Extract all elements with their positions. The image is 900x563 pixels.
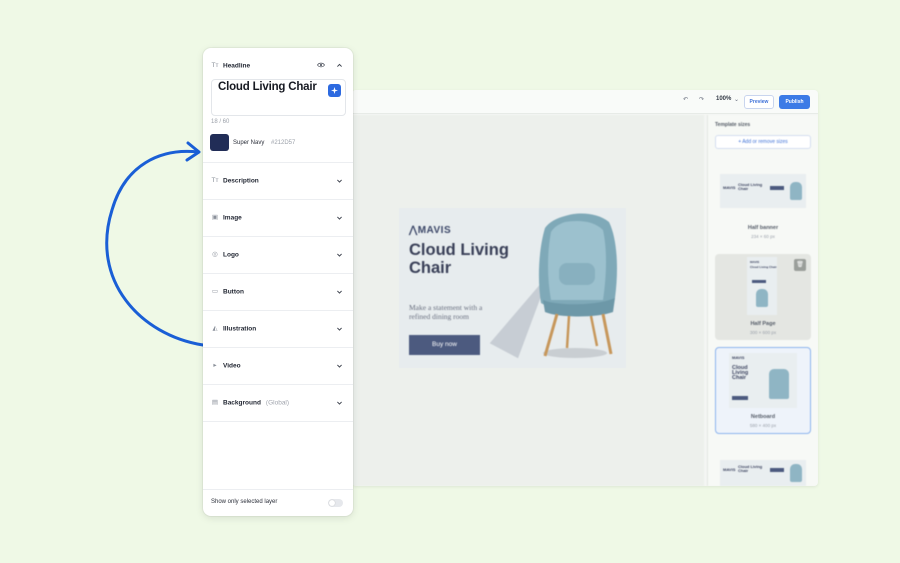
text-icon: Tт xyxy=(211,62,219,69)
chevron-down-icon xyxy=(337,253,342,257)
layers-panel: Tт Headline Cloud Living Chair 18 / 60 S… xyxy=(203,48,353,516)
chevron-up-icon[interactable] xyxy=(336,62,343,69)
section-label: Background (Global) xyxy=(223,399,290,407)
size-thumbnail: MAVIS Cloud Living Chair xyxy=(747,257,777,315)
canvas-area: ⋀MAVIS Cloud Living Chair Make a stateme… xyxy=(352,115,704,486)
size-thumbnail: MAVIS Cloud Living Chair xyxy=(729,353,797,408)
editor-toolbar: ↶ ↷ 100% ⌄ Preview Publish xyxy=(352,90,818,114)
size-card-half-banner[interactable]: MAVIS Cloud Living Chair Half banner 234 … xyxy=(715,159,811,247)
add-sizes-button[interactable]: + Add or remove sizes xyxy=(715,135,811,149)
preview-button[interactable]: Preview xyxy=(744,95,774,109)
template-sizes-panel: Template sizes + Add or remove sizes MAV… xyxy=(707,115,818,486)
size-dims: 234 × 60 px xyxy=(751,234,775,239)
button-icon: ▭ xyxy=(211,288,219,295)
ad-creative[interactable]: ⋀MAVIS Cloud Living Chair Make a stateme… xyxy=(399,208,626,368)
character-counter: 18 / 60 xyxy=(211,119,230,125)
section-video[interactable]: ▸ Video xyxy=(203,348,353,384)
ad-description: Make a statement with a refined dining r… xyxy=(409,303,483,321)
ad-buy-button: Buy now xyxy=(409,335,480,355)
size-name: Half banner xyxy=(747,225,779,231)
size-dims: 300 × 600 px xyxy=(749,330,777,335)
background-icon: ▤ xyxy=(211,399,219,406)
section-image[interactable]: ▣ Image xyxy=(203,200,353,236)
text-icon: Tт xyxy=(211,177,219,184)
show-selected-label: Show only selected layer xyxy=(211,499,278,505)
divider xyxy=(203,421,353,422)
editor-window: ↶ ↷ 100% ⌄ Preview Publish ⋀MAVIS Cloud … xyxy=(352,90,818,486)
curved-arrow-icon xyxy=(105,141,205,347)
size-thumbnail: MAVIS Cloud Living Chair xyxy=(720,174,806,208)
section-label: Image xyxy=(223,214,242,222)
zoom-level[interactable]: 100% xyxy=(716,96,731,102)
size-card[interactable]: MAVIS Cloud Living Chair xyxy=(715,442,811,486)
trash-icon: 🗑 xyxy=(796,262,804,268)
section-label: Headline xyxy=(223,62,251,70)
panel-footer: Show only selected layer xyxy=(203,489,353,516)
size-name: Half Page xyxy=(750,321,776,327)
publish-button[interactable]: Publish xyxy=(779,95,810,109)
eye-icon[interactable] xyxy=(317,62,325,68)
logo-icon: ◎ xyxy=(212,251,218,258)
section-illustration[interactable]: ◭ Illustration xyxy=(203,311,353,347)
redo-icon[interactable]: ↷ xyxy=(699,96,704,103)
mavis-logo-icon: ⋀ xyxy=(409,225,418,236)
delete-size-button[interactable]: 🗑 xyxy=(794,259,806,271)
ad-headline: Cloud Living Chair xyxy=(409,241,509,277)
undo-icon[interactable]: ↶ xyxy=(683,96,688,103)
color-name: Super Navy xyxy=(233,140,265,146)
image-icon: ▣ xyxy=(211,214,219,221)
size-thumbnail: MAVIS Cloud Living Chair xyxy=(720,460,806,486)
size-dims: 580 × 400 px xyxy=(749,423,777,428)
chair-image xyxy=(538,213,617,358)
color-swatch[interactable] xyxy=(210,134,229,151)
section-button[interactable]: ▭ Button xyxy=(203,274,353,310)
chevron-down-icon xyxy=(337,327,342,331)
section-label: Video xyxy=(223,362,241,370)
chevron-down-icon xyxy=(337,364,342,368)
chevron-down-icon xyxy=(337,290,342,294)
sparkle-icon xyxy=(331,87,338,94)
chevron-down-icon xyxy=(337,401,342,405)
section-sublabel: (Global) xyxy=(265,399,290,407)
section-label: Logo xyxy=(223,251,239,259)
brand-logo: ⋀MAVIS xyxy=(409,225,452,236)
section-label: Illustration xyxy=(223,325,257,333)
headline-value: Cloud Living Chair xyxy=(218,81,317,93)
show-selected-toggle[interactable] xyxy=(328,499,343,507)
size-name: Netboard xyxy=(750,414,776,420)
ai-generate-button[interactable] xyxy=(328,84,341,97)
color-hex: #212D57 xyxy=(271,140,296,146)
video-icon: ▸ xyxy=(213,362,217,369)
headline-input[interactable]: Cloud Living Chair xyxy=(211,79,346,116)
section-label: Button xyxy=(223,288,244,296)
section-logo[interactable]: ◎ Logo xyxy=(203,237,353,273)
size-card-half-page[interactable]: MAVIS Cloud Living Chair 🗑 Half Page 300… xyxy=(715,254,811,340)
chevron-down-icon xyxy=(337,179,342,183)
chevron-down-icon xyxy=(337,216,342,220)
section-label: Description xyxy=(223,177,259,185)
section-description[interactable]: Tт Description xyxy=(203,163,353,199)
chevron-down-icon[interactable]: ⌄ xyxy=(734,96,739,103)
section-background[interactable]: ▤ Background (Global) xyxy=(203,385,353,421)
template-sizes-title: Template sizes xyxy=(715,122,751,128)
illustration-icon: ◭ xyxy=(212,325,218,332)
size-card-netboard[interactable]: MAVIS Cloud Living Chair Netboard 580 × 40… xyxy=(715,347,811,434)
